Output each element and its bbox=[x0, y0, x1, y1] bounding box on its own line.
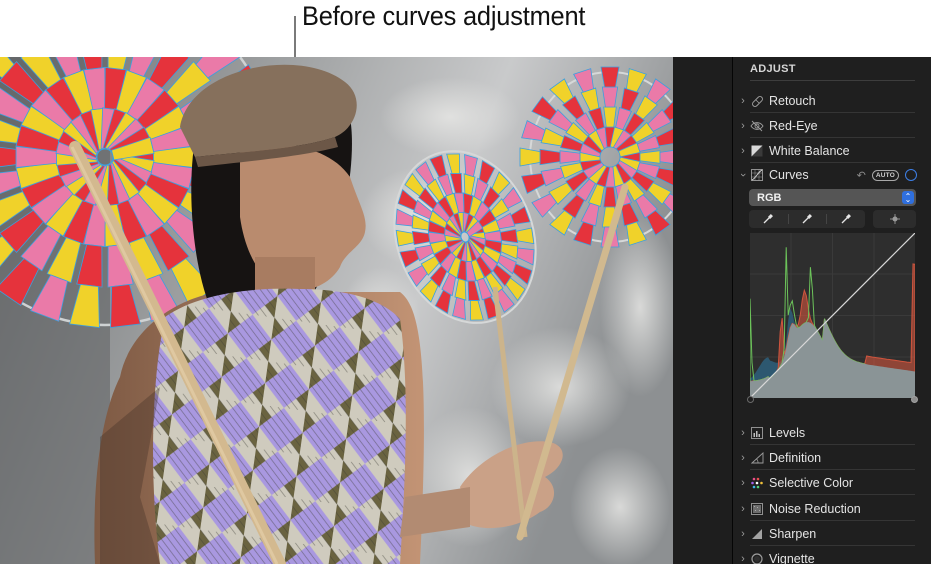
chevron-right-icon[interactable]: › bbox=[738, 95, 748, 107]
adjust-item-label: White Balance bbox=[769, 144, 850, 158]
crosshair-icon bbox=[889, 214, 900, 224]
chevron-right-icon[interactable]: › bbox=[738, 452, 748, 464]
pinwheel-blade bbox=[600, 66, 620, 88]
channel-select-value: RGB bbox=[757, 191, 782, 204]
curves-header-tools: ↶ AUTO bbox=[857, 169, 917, 182]
eyedropper-icon bbox=[802, 214, 812, 224]
adjust-item-retouch[interactable]: › Retouch bbox=[733, 89, 931, 113]
stepper-down-glyph: ⌄ bbox=[904, 194, 912, 204]
canvas-gutter bbox=[673, 57, 732, 564]
white-point-handle[interactable] bbox=[911, 396, 918, 403]
enable-toggle[interactable] bbox=[905, 169, 917, 181]
adjust-item-levels[interactable]: › Levels bbox=[733, 421, 931, 445]
adjust-item-label: Selective Color bbox=[769, 476, 854, 490]
vignette-icon bbox=[750, 552, 764, 564]
gray-point-eyedropper[interactable] bbox=[787, 210, 827, 228]
row-divider bbox=[750, 469, 915, 470]
adjust-item-sharpen[interactable]: › Sharpen bbox=[733, 522, 931, 546]
row-divider bbox=[750, 520, 915, 521]
chevron-right-icon[interactable]: › bbox=[738, 503, 748, 515]
curves-histogram[interactable] bbox=[750, 233, 915, 398]
levels-icon bbox=[750, 426, 764, 440]
row-divider bbox=[750, 112, 915, 113]
select-stepper-icon[interactable]: ⌃ ⌄ bbox=[902, 191, 914, 204]
chevron-right-icon[interactable]: › bbox=[738, 145, 748, 157]
pinwheel-blade bbox=[519, 147, 541, 167]
photo-artwork bbox=[0, 57, 673, 564]
photo-canvas[interactable] bbox=[0, 57, 673, 564]
adjust-item-label: Vignette bbox=[769, 552, 815, 564]
pinwheel-blade bbox=[639, 150, 661, 164]
pinwheel-blade bbox=[539, 148, 561, 166]
adjust-sidebar: ADJUST › Retouch › Red-Eye › White Balan… bbox=[733, 57, 931, 564]
black-point-handle[interactable] bbox=[747, 396, 754, 403]
adjust-item-red-eye[interactable]: › Red-Eye bbox=[733, 114, 931, 138]
row-divider bbox=[750, 494, 915, 495]
eyedropper-icon bbox=[763, 214, 774, 224]
adjust-item-label: Curves bbox=[769, 168, 809, 182]
adjust-item-noise-reduction[interactable]: › Noise Reduction bbox=[733, 497, 931, 521]
adjust-item-label: Definition bbox=[769, 451, 822, 465]
eye-slash-icon bbox=[750, 119, 764, 133]
pinwheel-blade bbox=[601, 86, 619, 108]
adjust-item-white-balance[interactable]: › White Balance bbox=[733, 139, 931, 163]
eyedropper-icon bbox=[841, 214, 851, 224]
pinwheel-blade bbox=[603, 106, 617, 128]
adjust-item-curves[interactable]: › Curves ↶ AUTO bbox=[733, 163, 931, 187]
curves-icon bbox=[750, 168, 764, 182]
chevron-right-icon[interactable]: › bbox=[738, 427, 748, 439]
pinwheel-blade bbox=[603, 186, 617, 208]
adjust-item-vignette[interactable]: › Vignette bbox=[733, 547, 931, 564]
revert-icon[interactable]: ↶ bbox=[857, 169, 866, 182]
selective-color-icon bbox=[750, 476, 764, 490]
pinwheel-blade bbox=[559, 150, 581, 164]
adjust-item-definition[interactable]: › Definition bbox=[733, 446, 931, 470]
channel-select[interactable]: RGB ⌃ ⌄ bbox=[749, 189, 916, 206]
adjust-item-selective-color[interactable]: › Selective Color bbox=[733, 471, 931, 495]
black-point-eyedropper[interactable] bbox=[749, 210, 788, 228]
white-balance-icon bbox=[750, 144, 764, 158]
photos-edit-window: ADJUST › Retouch › Red-Eye › White Balan… bbox=[0, 57, 931, 564]
row-divider bbox=[750, 444, 915, 445]
adjust-item-label: Sharpen bbox=[769, 527, 817, 541]
bandage-icon bbox=[750, 94, 764, 108]
row-divider bbox=[750, 137, 915, 138]
callout-label: Before curves adjustment bbox=[302, 1, 586, 31]
chevron-right-icon[interactable]: › bbox=[738, 528, 748, 540]
heading-divider bbox=[750, 80, 915, 81]
sharpen-icon bbox=[750, 527, 764, 541]
adjust-item-label: Noise Reduction bbox=[769, 502, 861, 516]
histogram-graph bbox=[750, 233, 915, 398]
adjust-item-label: Retouch bbox=[769, 94, 816, 108]
row-divider bbox=[750, 545, 915, 546]
white-point-eyedropper[interactable] bbox=[826, 210, 865, 228]
chevron-right-icon[interactable]: › bbox=[738, 553, 748, 564]
auto-button[interactable]: AUTO bbox=[871, 169, 899, 181]
noise-reduction-icon bbox=[750, 502, 764, 516]
adjust-item-label: Levels bbox=[769, 426, 806, 440]
adjust-heading: ADJUST bbox=[750, 63, 796, 75]
chevron-down-icon[interactable]: › bbox=[737, 170, 749, 180]
adjust-item-label: Red-Eye bbox=[769, 119, 818, 133]
chevron-right-icon[interactable]: › bbox=[738, 120, 748, 132]
chevron-right-icon[interactable]: › bbox=[738, 477, 748, 489]
definition-icon bbox=[750, 451, 764, 465]
add-point-button[interactable] bbox=[873, 210, 916, 228]
eyedropper-group bbox=[749, 210, 865, 228]
